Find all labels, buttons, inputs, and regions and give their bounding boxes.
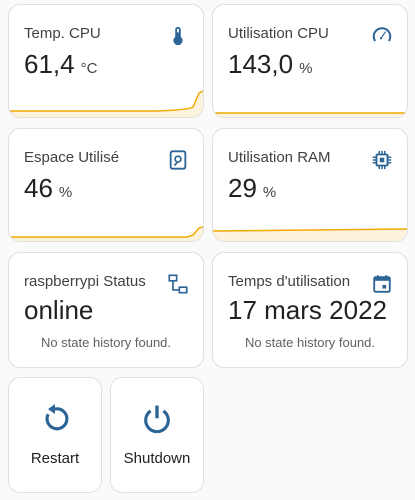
- shutdown-button[interactable]: Shutdown: [110, 377, 204, 493]
- calendar-icon: [371, 273, 393, 295]
- chip-icon: [371, 149, 393, 171]
- sparkline: [9, 226, 203, 241]
- card-title: Utilisation RAM: [228, 149, 331, 166]
- card-value: 61,4: [24, 49, 75, 79]
- card-value: 143,0: [228, 49, 294, 79]
- sensor-card-disk-usage[interactable]: Espace Utilisé 46%: [8, 128, 204, 242]
- card-value: online: [24, 295, 94, 325]
- card-title: Temp. CPU: [24, 25, 101, 42]
- gauge-icon: [371, 25, 393, 47]
- card-title: Espace Utilisé: [24, 149, 120, 166]
- thermometer-icon: [167, 25, 189, 47]
- sparkline: [213, 112, 407, 117]
- no-history-text: No state history found.: [40, 335, 172, 350]
- harddisk-icon: [167, 149, 189, 171]
- uptime-card[interactable]: Temps d'utilisation 17 mars 2022 No stat…: [212, 252, 408, 368]
- sparkline: [9, 90, 203, 117]
- restart-label: Restart: [30, 450, 80, 467]
- network-icon: [167, 273, 189, 295]
- card-value: 17 mars 2022: [228, 295, 387, 325]
- sensor-card-temp-cpu[interactable]: Temp. CPU 61,4 °C: [8, 4, 204, 118]
- card-unit: °C: [80, 60, 98, 77]
- sensor-card-ram-usage[interactable]: Utilisation RAM 29%: [212, 128, 408, 242]
- sparkline: [213, 228, 407, 241]
- card-title: raspberrypi Status: [24, 273, 146, 290]
- no-history-text: No state history found.: [244, 335, 376, 350]
- status-card[interactable]: raspberrypi Status online No state histo…: [8, 252, 204, 368]
- card-value: 46: [24, 173, 53, 203]
- sensor-card-cpu-usage[interactable]: Utilisation CPU 143,0%: [212, 4, 408, 118]
- card-value: 29: [228, 173, 257, 203]
- shutdown-label: Shutdown: [123, 450, 191, 467]
- card-unit: %: [299, 60, 313, 77]
- card-title: Temps d'utilisation: [228, 273, 351, 290]
- card-title: Utilisation CPU: [228, 25, 329, 42]
- card-unit: %: [58, 184, 73, 201]
- restart-button[interactable]: Restart: [8, 377, 102, 493]
- restart-icon: [38, 402, 72, 436]
- power-icon: [140, 402, 174, 436]
- card-unit: %: [262, 184, 277, 201]
